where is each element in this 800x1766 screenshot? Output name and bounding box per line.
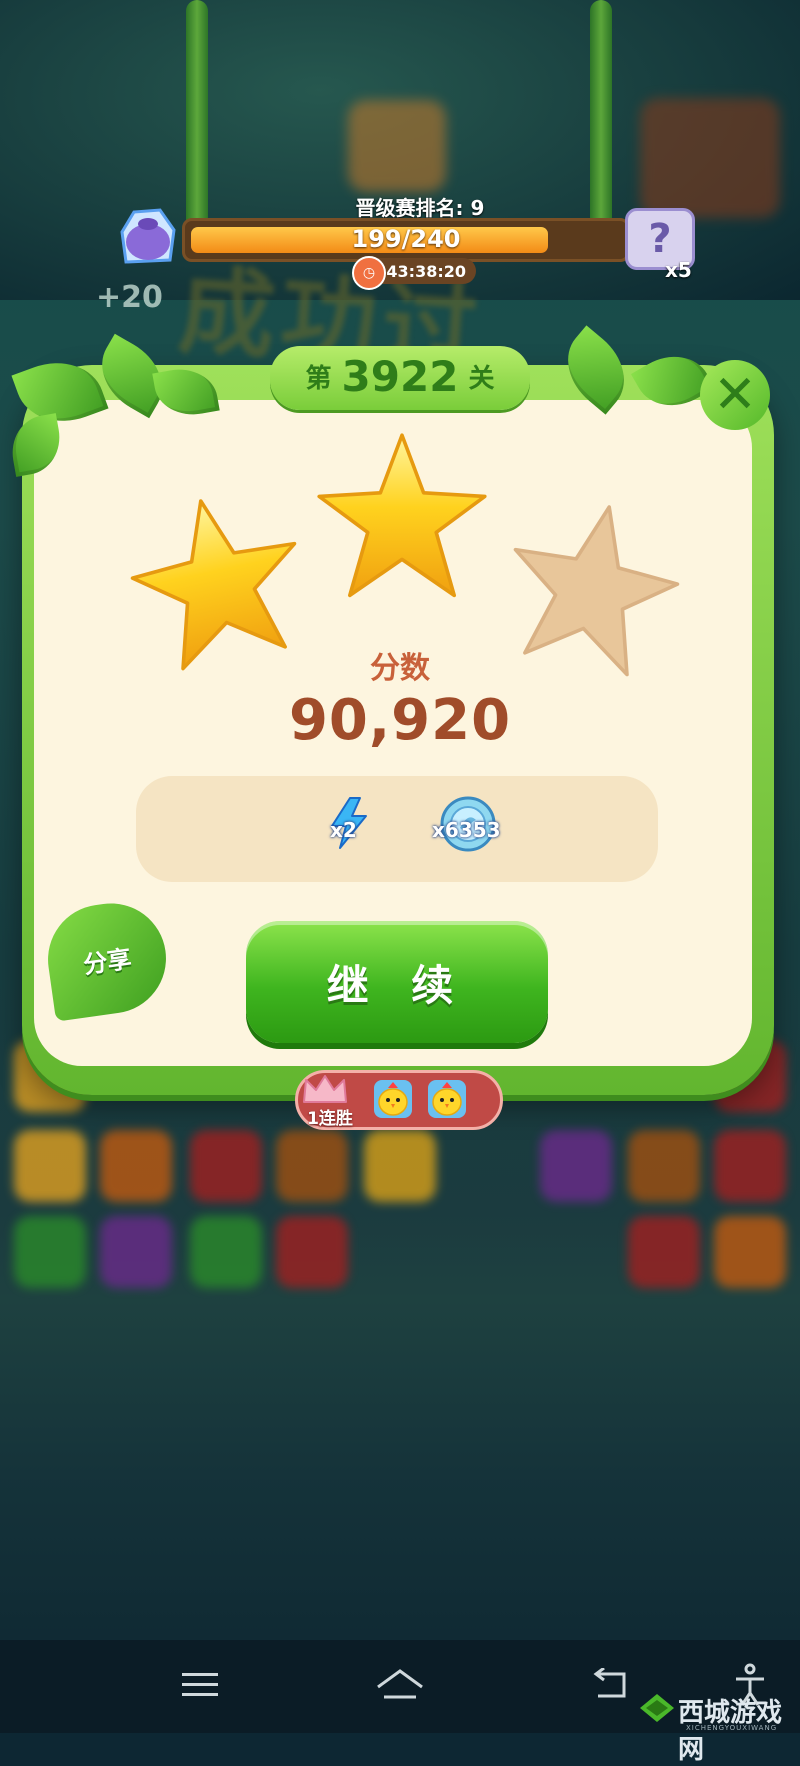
board-tile	[714, 1130, 786, 1202]
countdown-timer: ◷ 43:38:20	[352, 256, 476, 290]
background-frame-right	[640, 98, 780, 218]
star-icon-earned	[130, 499, 297, 671]
timer-text: 43:38:20	[386, 261, 466, 281]
level-suffix: 关	[468, 364, 495, 394]
progress-text: 199/240	[351, 225, 461, 253]
level-number: 3922	[341, 352, 459, 401]
clock-icon: ◷	[352, 256, 386, 290]
back-icon[interactable]	[582, 1660, 638, 1710]
star-icon-empty	[513, 505, 680, 677]
watermark-subtext: XICHENGYOUXIWANG	[686, 1724, 778, 1732]
level-progress-bar: 199/240	[182, 218, 630, 262]
watermark-logo-icon	[640, 1694, 674, 1722]
board-tile	[276, 1216, 348, 1288]
board-tile	[364, 1130, 436, 1202]
board-tile	[14, 1216, 86, 1288]
close-button[interactable]: ✕	[700, 360, 770, 430]
board-tile	[714, 1216, 786, 1288]
chick-icon	[374, 1080, 412, 1118]
vine-right	[590, 0, 612, 240]
star-icon-earned	[317, 433, 487, 598]
board-tile	[100, 1216, 172, 1288]
board-tile	[628, 1130, 700, 1202]
continue-label: 继 续	[326, 960, 468, 1010]
close-icon: ✕	[713, 365, 757, 425]
board-tile	[190, 1130, 262, 1202]
bag-bonus: +20	[96, 280, 163, 315]
board-tile	[100, 1130, 172, 1202]
board-tile	[540, 1130, 612, 1202]
reward-count-coins: x6353	[432, 818, 501, 842]
board-tile	[276, 1130, 348, 1202]
reward-count-lightning: x2	[330, 818, 357, 842]
puzzle-count: x5	[665, 258, 692, 282]
level-title: 第 3922 关	[270, 352, 530, 401]
score-value: 90,920	[288, 688, 512, 753]
continue-button[interactable]: 继 续	[246, 921, 548, 1043]
share-label: 分享	[81, 944, 134, 979]
bag-icon[interactable]	[112, 204, 184, 268]
board-tile	[628, 1216, 700, 1288]
menu-icon[interactable]	[172, 1660, 228, 1710]
chick-icon	[428, 1080, 466, 1118]
level-prefix: 第	[305, 364, 332, 394]
home-icon[interactable]	[372, 1660, 428, 1710]
score-label: 分数	[370, 651, 430, 686]
board-tile	[14, 1130, 86, 1202]
background-frame	[348, 100, 446, 192]
crown-icon	[303, 1075, 347, 1103]
streak-label: 1连胜	[307, 1109, 353, 1129]
rewards-panel	[136, 776, 658, 882]
vine-left	[186, 0, 208, 240]
rank-label: 晋级赛排名: 9	[355, 196, 485, 220]
board-tile	[190, 1216, 262, 1288]
